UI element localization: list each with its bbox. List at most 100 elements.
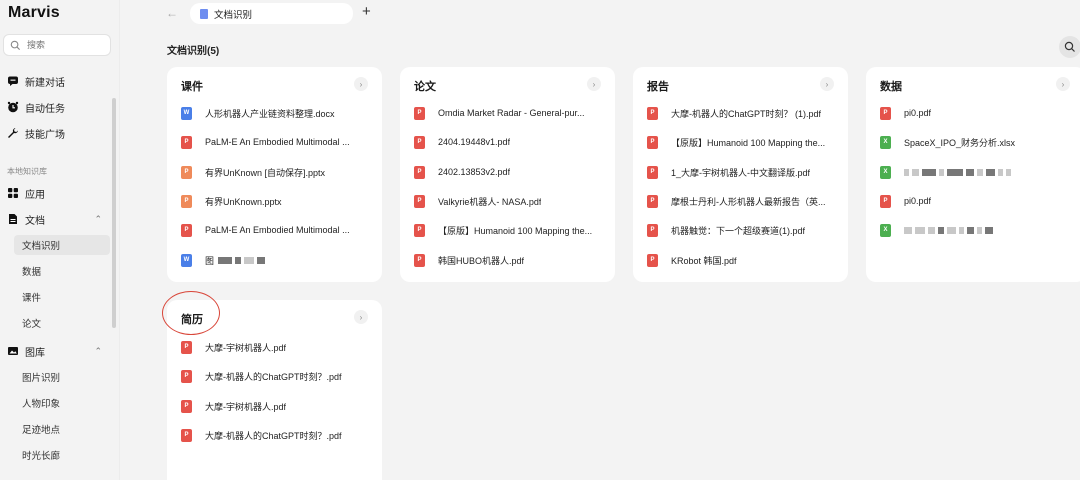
sidebar-item-papers[interactable]: 论文	[22, 313, 41, 333]
sidebar-item-data[interactable]: 数据	[22, 261, 41, 281]
pdf-file-icon: P	[647, 106, 658, 120]
file-item[interactable]: P Omdia Market Radar - General-pur...	[414, 104, 604, 122]
sidebar-scrollbar[interactable]	[112, 98, 116, 328]
card-title: 报告	[647, 81, 669, 93]
file-name: 2402.13853v2.pdf	[438, 167, 511, 177]
file-name: PaLM-E An Embodied Multimodal ...	[205, 137, 350, 147]
file-item[interactable]: P 大摩-宇树机器人.pdf	[181, 338, 371, 356]
file-item[interactable]: W 人形机器人产业链资料整理.docx	[181, 104, 371, 122]
chevron-right-icon[interactable]: ›	[1056, 77, 1070, 91]
docs-label: 文档	[25, 215, 45, 227]
folder-card-reports[interactable]: 报告 › P 大摩-机器人的ChatGPT时刻？ (1).pdf P 【原版】Hum…	[633, 67, 848, 282]
chevron-right-icon[interactable]: ›	[820, 77, 834, 91]
pdf-file-icon: P	[181, 399, 192, 413]
file-name: pi0.pdf	[904, 196, 932, 206]
file-name: PaLM-E An Embodied Multimodal ...	[205, 225, 350, 235]
file-item[interactable]: P PaLM-E An Embodied Multimodal ...	[181, 221, 371, 239]
file-name: 摩根士丹利-人形机器人最新报告（英...	[671, 196, 826, 207]
sidebar: Marvis 新建对话 自动任务 技能广场 本地知识库 应用 文档 ⌃ 文档识别…	[0, 0, 120, 480]
file-item[interactable]: X	[880, 163, 1070, 181]
pdf-file-icon: P	[414, 165, 425, 179]
redacted-text	[904, 163, 1014, 181]
folder-card-courseware[interactable]: 课件 › W 人形机器人产业链资料整理.docx P PaLM-E An Embod…	[167, 67, 382, 282]
file-name: Valkyrie机器人- NASA.pdf	[438, 196, 542, 207]
file-item[interactable]: P 韩国HUBO机器人.pdf	[414, 251, 604, 269]
file-name: Omdia Market Radar - General-pur...	[438, 108, 585, 118]
file-item[interactable]: P 大摩-机器人的ChatGPT时刻？ (1).pdf	[647, 104, 837, 122]
file-name: KRobot 韩国.pdf	[671, 255, 737, 266]
file-item[interactable]: P 机器触觉：下一个超级赛道(1).pdf	[647, 221, 837, 239]
file-name: 有界UnKnown.pptx	[205, 196, 282, 207]
sidebar-item-places[interactable]: 足迹地点	[22, 419, 60, 439]
file-item[interactable]: P 大摩-宇树机器人.pdf	[181, 397, 371, 415]
file-name: 韩国HUBO机器人.pdf	[438, 255, 525, 266]
file-item[interactable]: P 【原版】Humanoid 100 Mapping the...	[414, 221, 604, 239]
file-item[interactable]: P PaLM-E An Embodied Multimodal ...	[181, 133, 371, 151]
file-item[interactable]: Ppi0.pdf	[880, 192, 1070, 210]
file-name: 大摩-宇树机器人.pdf	[205, 342, 287, 353]
chevron-right-icon[interactable]: ›	[354, 77, 368, 91]
file-item[interactable]: P KRobot 韩国.pdf	[647, 251, 837, 269]
sidebar-item-image-recognition[interactable]: 图片识别	[22, 367, 60, 387]
search-icon	[10, 40, 21, 50]
file-item[interactable]: P 大摩-机器人的ChatGPT时刻？.pdf	[181, 367, 371, 385]
file-item[interactable]: Ppi0.pdf	[880, 104, 1070, 122]
file-item[interactable]: X	[880, 221, 1070, 239]
file-name: 大摩-机器人的ChatGPT时刻？.pdf	[205, 430, 342, 441]
chat-icon	[7, 75, 19, 87]
search-box[interactable]	[3, 34, 111, 56]
folder-card-papers[interactable]: 论文 › P Omdia Market Radar - General-pur..…	[400, 67, 615, 282]
file-item[interactable]: P 【原版】Humanoid 100 Mapping the...	[647, 133, 837, 151]
sidebar-item-gallery[interactable]: 图库 ⌃	[7, 341, 112, 361]
sidebar-item-docs[interactable]: 文档 ⌃	[7, 209, 112, 229]
card-title: 课件	[181, 81, 203, 93]
file-item[interactable]: P Valkyrie机器人- NASA.pdf	[414, 192, 604, 210]
file-item[interactable]: P 2404.19448v1.pdf	[414, 133, 604, 151]
pdf-file-icon: P	[414, 135, 425, 149]
auto-task-button[interactable]: 自动任务	[7, 97, 65, 117]
chevron-up-icon[interactable]: ⌃	[94, 346, 102, 357]
tab-doc-recognition[interactable]: 文档识别	[190, 3, 353, 24]
file-item[interactable]: P 有界UnKnown [自动保存].pptx	[181, 163, 371, 181]
new-tab-plus-icon[interactable]: +	[362, 3, 371, 20]
file-name: 【原版】Humanoid 100 Mapping the...	[671, 137, 826, 148]
file-item[interactable]: X SpaceX_IPO_财务分析.xlsx	[880, 133, 1070, 151]
pdf-file-icon: P	[414, 106, 425, 120]
file-name: 2404.19448v1.pdf	[438, 137, 511, 147]
ppt-file-icon: P	[181, 194, 192, 208]
word-file-icon: W	[181, 253, 192, 267]
file-name: 【原版】Humanoid 100 Mapping the...	[438, 225, 593, 236]
file-name: 有界UnKnown [自动保存].pptx	[205, 167, 326, 178]
skills-button[interactable]: 技能广场	[7, 123, 65, 143]
document-tab-icon	[200, 8, 208, 19]
back-arrow-icon[interactable]: ←	[166, 6, 178, 20]
new-chat-button[interactable]: 新建对话	[7, 71, 65, 91]
file-item[interactable]: P 摩根士丹利-人形机器人最新报告（英...	[647, 192, 837, 210]
file-name: SpaceX_IPO_财务分析.xlsx	[904, 137, 1016, 148]
app-logo: Marvis	[8, 4, 60, 21]
file-item[interactable]: P 大摩-机器人的ChatGPT时刻？.pdf	[181, 426, 371, 444]
folder-card-data[interactable]: 数据 › Ppi0.pdf X SpaceX_IPO_财务分析.xlsx X Pp…	[866, 67, 1080, 282]
skills-label: 技能广场	[25, 129, 65, 141]
file-item[interactable]: P 1_大摩-宇树机器人-中文翻译版.pdf	[647, 163, 837, 181]
new-chat-label: 新建对话	[25, 77, 65, 89]
chevron-right-icon[interactable]: ›	[354, 310, 368, 324]
sidebar-item-timeline[interactable]: 时光长廊	[22, 445, 60, 465]
ppt-file-icon: P	[181, 165, 192, 179]
sidebar-item-courseware[interactable]: 课件	[22, 287, 41, 307]
chevron-up-icon[interactable]: ⌃	[94, 214, 102, 225]
excel-file-icon: X	[880, 223, 891, 237]
word-file-icon: W	[181, 106, 192, 120]
file-item[interactable]: P 有界UnKnown.pptx	[181, 192, 371, 210]
sidebar-item-people[interactable]: 人物印象	[22, 393, 60, 413]
search-button[interactable]	[1059, 36, 1080, 58]
file-item[interactable]: W图	[181, 251, 371, 269]
search-input[interactable]	[27, 40, 107, 50]
chevron-right-icon[interactable]: ›	[587, 77, 601, 91]
file-item[interactable]: P 2402.13853v2.pdf	[414, 163, 604, 181]
gallery-label: 图库	[25, 347, 45, 359]
pdf-file-icon: P	[647, 135, 658, 149]
card-title: 论文	[414, 81, 436, 93]
sidebar-item-doc-recognition[interactable]: 文档识别	[14, 235, 110, 255]
sidebar-item-apps[interactable]: 应用	[7, 183, 45, 203]
